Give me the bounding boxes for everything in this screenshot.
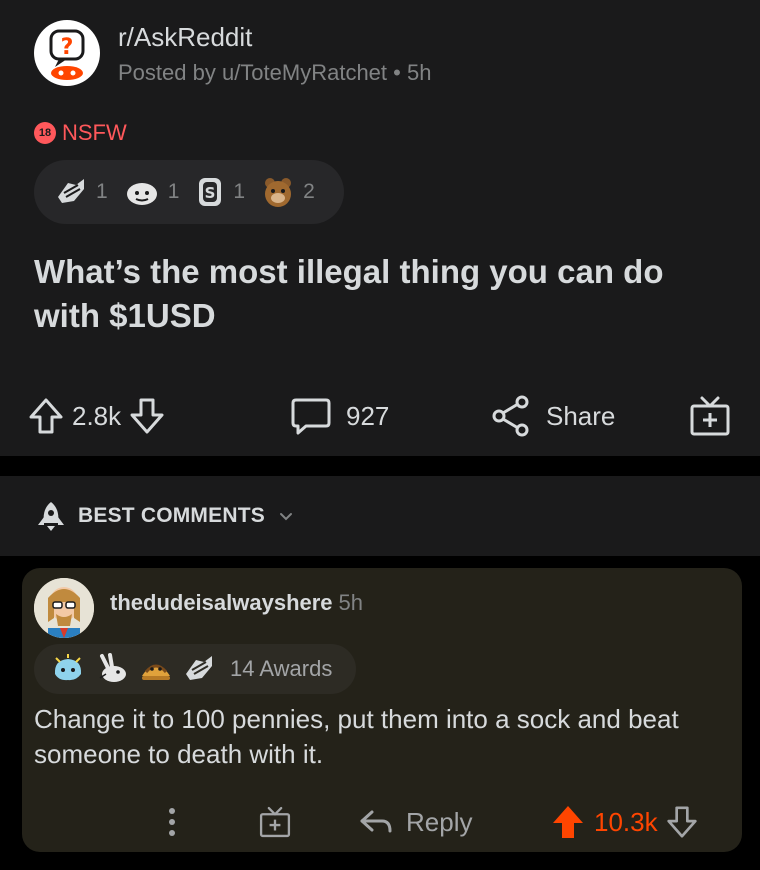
award-item: [50, 652, 86, 686]
silver-coin-icon: S: [199, 178, 222, 206]
award-count: 2: [303, 180, 315, 203]
gift-award-icon: [690, 396, 730, 436]
sort-label: BEST COMMENTS: [78, 504, 265, 527]
askreddit-logo-icon: ?: [49, 29, 85, 80]
comment-author[interactable]: thedudeisalwayshere: [110, 590, 333, 615]
chevron-down-icon: [279, 513, 292, 521]
more-dots-icon: [169, 808, 175, 836]
rabbit-icon: [99, 653, 126, 682]
blob-icon: [54, 654, 82, 681]
post-card: ? r/AskReddit Posted by u/ToteMyRatchet …: [0, 0, 760, 456]
gift-award-icon: [259, 806, 291, 838]
award-item: [94, 652, 130, 686]
award-item: 2: [261, 175, 315, 209]
comment-awards-count: 14 Awards: [230, 656, 333, 681]
comments-button[interactable]: 927: [290, 394, 389, 438]
post-awards-bar[interactable]: 1 1 S 1 2: [34, 160, 344, 224]
wholesome-seal-icon: [186, 656, 212, 680]
downvote-arrow-icon[interactable]: [129, 396, 165, 436]
vote-group: 2.8k: [28, 394, 165, 438]
award-item: [182, 652, 216, 686]
nsfw-tag: 18 NSFW: [34, 120, 127, 146]
comment-bubble-icon: [291, 398, 331, 435]
bear-icon: [265, 178, 292, 207]
comment-count: 927: [346, 400, 390, 431]
award-count: 1: [96, 180, 108, 203]
post-score: 2.8k: [72, 400, 122, 431]
downvote-arrow-icon[interactable]: [666, 804, 698, 840]
rocket-icon: [38, 502, 64, 531]
comment-action-bar: Reply 10.3k: [22, 800, 742, 844]
share-label: Share: [546, 400, 616, 431]
reply-label: Reply: [406, 806, 473, 837]
svg-text:S: S: [205, 184, 216, 202]
subreddit-avatar[interactable]: ?: [34, 20, 100, 86]
nsfw-18-icon: 18: [34, 122, 56, 144]
award-count: 1: [167, 180, 180, 203]
award-item: 1: [54, 175, 108, 209]
upvote-arrow-filled-icon[interactable]: [550, 802, 586, 842]
wholesome-seal-icon: [58, 179, 84, 203]
more-options-button[interactable]: [164, 800, 180, 844]
share-icon: [492, 395, 529, 437]
award-item: [138, 652, 174, 686]
comment-awards-bar[interactable]: 14 Awards: [34, 644, 356, 694]
post-header: ? r/AskReddit Posted by u/ToteMyRatchet …: [34, 20, 431, 86]
award-button[interactable]: [688, 394, 732, 438]
award-count: 1: [233, 180, 246, 203]
comment-card: thedudeisalwayshere 5h 14 Awards Change …: [22, 568, 742, 852]
award-item: 1: [124, 175, 180, 209]
comment-score: 10.3k: [594, 806, 658, 837]
comment-sort-bar[interactable]: BEST COMMENTS: [0, 476, 760, 556]
comment-vote-group: 10.3k: [550, 800, 698, 844]
upvote-arrow-icon[interactable]: [28, 396, 64, 436]
nsfw-label: NSFW: [62, 120, 127, 145]
comment-body: Change it to 100 pennies, put them into …: [34, 704, 679, 769]
post-action-bar: 2.8k 927 Share: [28, 394, 734, 438]
post-title[interactable]: What’s the most illegal thing you can do…: [34, 250, 734, 338]
comment-author-line: thedudeisalwayshere 5h: [110, 590, 363, 616]
reply-arrow-icon: [360, 810, 392, 833]
user-avatar-icon: [34, 578, 94, 638]
share-button[interactable]: Share: [490, 394, 615, 438]
reply-button[interactable]: Reply: [358, 800, 472, 844]
taco-icon: [142, 664, 170, 680]
svg-text:?: ?: [61, 35, 74, 60]
helpful-icon: [126, 183, 157, 205]
subreddit-name[interactable]: r/AskReddit: [118, 20, 431, 54]
award-item: S 1: [195, 175, 245, 209]
avatar[interactable]: [34, 578, 94, 638]
post-byline: Posted by u/ToteMyRatchet • 5h: [118, 60, 432, 85]
comment-time: 5h: [338, 590, 364, 615]
comment-award-button[interactable]: [258, 800, 292, 844]
